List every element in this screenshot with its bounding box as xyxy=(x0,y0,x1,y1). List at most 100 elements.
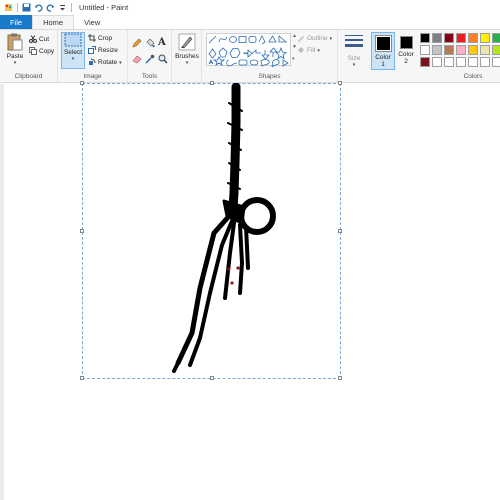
eraser-icon[interactable] xyxy=(132,54,142,66)
color-swatch[interactable] xyxy=(480,45,490,55)
color2-number: 2 xyxy=(404,58,408,65)
copy-button[interactable]: Copy xyxy=(29,46,54,57)
paste-icon xyxy=(7,33,23,53)
drawing-canvas[interactable] xyxy=(80,81,342,380)
color-swatch[interactable] xyxy=(492,33,500,43)
pencil-icon[interactable] xyxy=(132,38,142,50)
save-icon[interactable] xyxy=(22,3,31,12)
color-swatch[interactable] xyxy=(444,57,454,67)
color1-button[interactable]: Color 1 xyxy=(371,32,395,70)
outline-label: Outline xyxy=(307,35,328,42)
rotate-button[interactable]: Rotate ▾ xyxy=(88,57,122,68)
crop-icon xyxy=(88,33,96,44)
rotate-label: Rotate xyxy=(98,59,118,66)
color2-button[interactable]: Color 2 xyxy=(397,36,415,65)
size-label: Size xyxy=(347,55,361,62)
color-swatch[interactable] xyxy=(468,33,478,43)
color-swatch[interactable] xyxy=(480,57,490,67)
resize-handle-bottom[interactable] xyxy=(210,376,214,380)
ribbon-tabs: File Home View xyxy=(0,15,500,29)
size-button[interactable]: Size ▾ xyxy=(342,34,366,68)
ribbon: Paste ▾ Cut Copy Clipboard Select ▾ Crop… xyxy=(0,29,500,83)
color-swatch[interactable] xyxy=(468,57,478,67)
redo-icon[interactable] xyxy=(46,3,55,12)
tools-group: A Tools xyxy=(128,30,172,82)
resize-handle-right[interactable] xyxy=(338,229,342,233)
color-swatch[interactable] xyxy=(444,33,454,43)
crop-button[interactable]: Crop xyxy=(88,33,112,44)
cut-button[interactable]: Cut xyxy=(29,34,49,45)
shapes-group-label: Shapes xyxy=(258,73,281,80)
resize-button[interactable]: Resize xyxy=(88,45,118,56)
outline-icon xyxy=(297,34,305,44)
color2-group: Color 2 xyxy=(396,30,416,82)
color-swatch[interactable] xyxy=(432,45,442,55)
color1-fill xyxy=(375,36,391,51)
size-group: Size ▾ xyxy=(338,30,370,82)
image-group: Select ▾ Crop Resize Rotate ▾ Image xyxy=(58,30,128,82)
color1-swatch xyxy=(374,35,392,52)
fill-button[interactable]: Fill ▾ xyxy=(297,45,320,56)
color-picker-icon[interactable] xyxy=(145,54,155,66)
magnifier-icon[interactable] xyxy=(158,54,168,66)
color-swatch[interactable] xyxy=(492,45,500,55)
chevron-down-icon: ▾ xyxy=(352,62,356,68)
clipboard-group-label: Clipboard xyxy=(14,73,43,80)
chevron-down-icon: ▾ xyxy=(13,60,17,66)
quick-access-toolbar xyxy=(0,0,73,15)
color-swatch[interactable] xyxy=(420,33,430,43)
shapes-expand-icon[interactable]: ▾ xyxy=(292,56,295,62)
title-bar: Untitled - Paint xyxy=(0,0,500,15)
color-swatch[interactable] xyxy=(468,45,478,55)
tools-group-label: Tools xyxy=(141,73,158,80)
resize-handle-top-left[interactable] xyxy=(80,81,84,85)
color-swatch[interactable] xyxy=(432,33,442,43)
line-size-icon xyxy=(345,34,363,51)
select-button[interactable]: Select ▾ xyxy=(61,32,85,69)
color-swatch[interactable] xyxy=(456,33,466,43)
rotate-icon xyxy=(88,58,96,68)
chevron-down-icon: ▾ xyxy=(71,56,75,62)
resize-handle-bottom-right[interactable] xyxy=(338,376,342,380)
customize-toolbar-icon[interactable] xyxy=(58,3,67,12)
color-swatch[interactable] xyxy=(432,57,442,67)
color-swatch[interactable] xyxy=(420,57,430,67)
chevron-down-icon: ▾ xyxy=(185,60,189,66)
color-swatch[interactable] xyxy=(480,33,490,43)
resize-handle-top[interactable] xyxy=(210,81,214,85)
fill-icon xyxy=(297,46,305,56)
paste-button[interactable]: Paste ▾ xyxy=(4,33,26,66)
color-swatch[interactable] xyxy=(492,57,500,67)
resize-handle-left[interactable] xyxy=(80,229,84,233)
color-swatch[interactable] xyxy=(456,45,466,55)
brushes-group: Brushes ▾ xyxy=(172,30,202,82)
undo-icon[interactable] xyxy=(34,3,43,12)
shapes-gallery[interactable] xyxy=(206,33,291,68)
paint-app-icon[interactable] xyxy=(4,3,13,12)
tab-file[interactable]: File xyxy=(0,15,33,29)
text-tool-icon[interactable]: A xyxy=(158,37,166,48)
tab-home[interactable]: Home xyxy=(32,15,75,29)
select-rectangle-icon xyxy=(64,33,82,49)
image-group-label: Image xyxy=(83,73,102,80)
brushes-button[interactable]: Brushes ▾ xyxy=(175,33,199,66)
hanging-figure-drawing xyxy=(172,83,276,373)
color-swatch[interactable] xyxy=(444,45,454,55)
brushes-label: Brushes xyxy=(175,53,199,60)
chevron-down-icon: ▾ xyxy=(317,47,320,54)
tab-view[interactable]: View xyxy=(74,15,110,29)
window-title: Untitled - Paint xyxy=(79,3,129,12)
copy-label: Copy xyxy=(39,48,55,55)
color2-label: Color xyxy=(398,51,414,58)
color1-label: Color xyxy=(375,54,391,61)
separator xyxy=(71,3,72,12)
color-swatch[interactable] xyxy=(420,45,430,55)
color1-group: Color 1 xyxy=(370,30,396,82)
color-swatch[interactable] xyxy=(456,57,466,67)
resize-label: Resize xyxy=(98,47,118,54)
outline-button[interactable]: Outline ▾ xyxy=(297,33,332,44)
fill-bucket-icon[interactable] xyxy=(145,38,155,50)
chevron-down-icon: ▾ xyxy=(329,35,333,42)
resize-handle-bottom-left[interactable] xyxy=(80,376,84,380)
resize-handle-top-right[interactable] xyxy=(338,81,342,85)
